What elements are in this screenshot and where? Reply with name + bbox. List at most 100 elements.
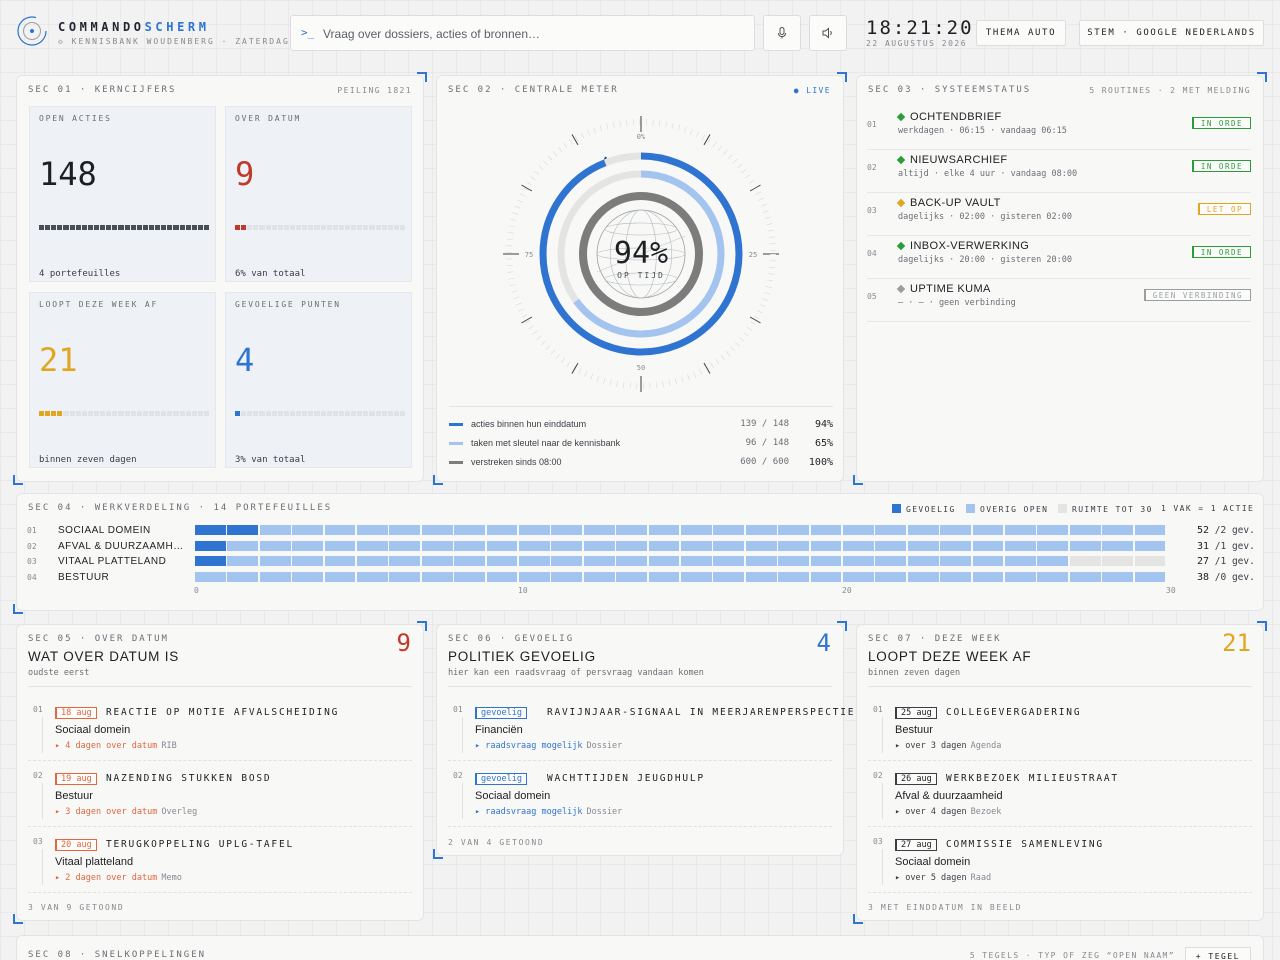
list-item[interactable]: 02 19 aug NAZENDING STUKKEN BOSD Bestuur ▸ 3… <box>28 761 412 827</box>
kpi-bar-segment <box>344 225 351 230</box>
workload-cell <box>324 556 356 566</box>
search-input[interactable] <box>323 25 743 43</box>
workload-row[interactable]: 01 SOCIAAL DOMEIN 52 /2 gev. <box>27 524 1257 538</box>
kpi-tile[interactable]: LOOPT DEZE WEEK AF 21 binnen zeven dagen <box>29 292 216 468</box>
status-badge: IN ORDE <box>1191 246 1251 258</box>
item-tag: Raad <box>970 873 992 883</box>
kpi-bar-segment <box>112 411 118 416</box>
list-item[interactable]: 02 26 aug WERKBEZOEK MILIEUSTRAAT Afval & d… <box>868 761 1252 827</box>
item-tag: RIB <box>161 741 177 751</box>
legend-swatch <box>449 442 463 445</box>
workload-index: 01 <box>27 526 37 535</box>
microphone-button[interactable] <box>763 15 801 51</box>
list-item[interactable]: 02 gevoelig WACHTTIJDEN JEUGDHULP Sociaal d… <box>448 761 832 827</box>
workload-cell <box>810 540 842 551</box>
kpi-bar-segment <box>179 225 185 230</box>
status-row[interactable]: 05 UPTIME KUMA — · — · geen verbinding GEEN… <box>867 280 1251 322</box>
section-meta: 5 ROUTINES · 2 MET MELDING <box>1089 86 1251 95</box>
list-item[interactable]: 01 18 aug REACTIE OP MOTIE AFVALSCHEIDING S… <box>28 695 412 761</box>
workload-cell <box>745 540 777 551</box>
kpi-bar-segment <box>387 411 393 416</box>
kpi-tile[interactable]: OPEN ACTIES 148 4 portefeuilles <box>29 106 216 282</box>
kpi-bar-segment <box>100 411 106 416</box>
list-item[interactable]: 03 27 aug COMMISSIE SAMENLEVING Sociaal dom… <box>868 827 1252 893</box>
workload-row[interactable]: 02 AFVAL & DUURZAAMHEID 31 /1 gev. <box>27 540 1257 554</box>
workload-row[interactable]: 04 BESTUUR 38 /0 gev. <box>27 571 1257 585</box>
workload-cell <box>1037 571 1069 582</box>
gauge-center-label: OP TIJD <box>617 271 665 280</box>
kpi-bar-segment <box>351 225 357 230</box>
status-row[interactable]: 01 OCHTENDBRIEF werkdagen · 06:15 · vandaa… <box>867 108 1251 150</box>
legend-percent: 94% <box>814 419 833 430</box>
gauge-tick <box>571 362 579 374</box>
status-row[interactable]: 02 NIEUWSARCHIEF altijd · elke 4 uur · van… <box>867 151 1251 193</box>
kpi-bar-segment <box>308 411 314 416</box>
workload-cell <box>421 540 453 551</box>
axis-tick-label: 10 <box>518 586 528 595</box>
kpi-bar-segment <box>185 225 191 230</box>
list-item[interactable]: 01 gevoelig RAVIJNJAAR-SIGNAAL IN MEERJARE… <box>448 695 861 761</box>
search-box: >_ <box>290 15 755 51</box>
item-date-badge: 20 aug <box>55 839 97 851</box>
workload-cell <box>195 556 226 566</box>
kpi-bar-segment <box>302 411 308 416</box>
kpi-tile[interactable]: GEVOELIGE PUNTEN 4 3% van totaal <box>225 292 412 468</box>
status-row[interactable]: 04 INBOX-VERWERKING dagelijks · 20:00 · gi… <box>867 237 1251 279</box>
overdue-panel: SEC 05 · OVER DATUM WAT OVER DATUM IS ouds… <box>13 621 427 924</box>
workload-cell <box>1005 525 1036 535</box>
kpi-bar-segment <box>197 411 203 416</box>
workload-cell <box>972 571 1004 582</box>
kpi-value: 9 <box>235 155 255 193</box>
kpi-progress-bar <box>235 411 406 417</box>
workload-cell <box>778 571 810 582</box>
kpi-bar-segment <box>253 411 259 416</box>
voice-button[interactable]: STEM · GOOGLE NEDERLANDS <box>1079 20 1264 46</box>
kpi-tile[interactable]: OVER DATUM 9 6% van totaal <box>225 106 412 282</box>
workload-cell <box>551 525 583 535</box>
item-category: Sociaal domein <box>475 790 551 802</box>
workload-cell <box>195 571 226 582</box>
kpi-bar-segment <box>45 411 51 416</box>
item-tag: Dossier <box>586 807 623 817</box>
workload-cell <box>227 540 259 551</box>
workload-legend-item: GEVOELIG <box>892 504 956 514</box>
kpi-footnote: 6% van totaal <box>235 269 306 279</box>
workload-row[interactable]: 03 VITAAL PLATTELAND 27 /1 gev. <box>27 555 1257 569</box>
workload-cell <box>324 525 356 535</box>
list-item[interactable]: 03 20 aug TERUGKOPPELING UPLG-TAFEL Vitaal … <box>28 827 412 893</box>
status-row[interactable]: 03 BACK-UP VAULT dagelijks · 02:00 · giste… <box>867 194 1251 236</box>
item-rule <box>462 783 463 819</box>
kpi-bar-segment <box>57 411 63 416</box>
item-meta: ▸ raadsvraag mogelijk Dossier <box>475 741 622 751</box>
prompt-icon: >_ <box>301 26 315 39</box>
list-count: 21 <box>1222 629 1251 657</box>
workload-total: 52 <box>1197 525 1210 536</box>
axis-tick-label: 30 <box>1166 586 1176 595</box>
workload-count: 52 /2 gev. <box>1197 525 1255 536</box>
add-tile-button[interactable]: + TEGEL <box>1184 947 1251 960</box>
workload-cell <box>551 540 583 551</box>
item-category: Bestuur <box>895 724 933 736</box>
workload-cell <box>292 571 324 582</box>
kpi-bar-segment <box>130 411 136 416</box>
workload-cell <box>648 556 680 566</box>
kpi-footnote: 3% van totaal <box>235 455 306 465</box>
workload-cell <box>1134 571 1166 582</box>
workload-cell <box>1134 556 1166 566</box>
workload-cell <box>1134 525 1166 535</box>
workload-cell <box>519 556 550 566</box>
workload-cell <box>454 525 486 535</box>
workload-cell <box>551 556 583 566</box>
list-item[interactable]: 01 25 aug COLLEGEVERGADERING Bestuur ▸ over … <box>868 695 1252 761</box>
status-diamond-icon <box>896 241 906 251</box>
item-tag: Bezoek <box>970 807 1002 817</box>
speaker-button[interactable] <box>809 15 847 51</box>
workload-cell <box>454 571 486 582</box>
corner-mark <box>1257 72 1267 82</box>
divider <box>28 686 412 687</box>
item-date-badge: gevoelig <box>475 773 527 785</box>
item-category: Vitaal platteland <box>55 856 134 868</box>
theme-button[interactable]: THEMA AUTO <box>976 20 1066 46</box>
section-label: SEC 01 · KERNCIJFERS <box>28 85 177 95</box>
status-diamond-icon <box>896 198 906 208</box>
